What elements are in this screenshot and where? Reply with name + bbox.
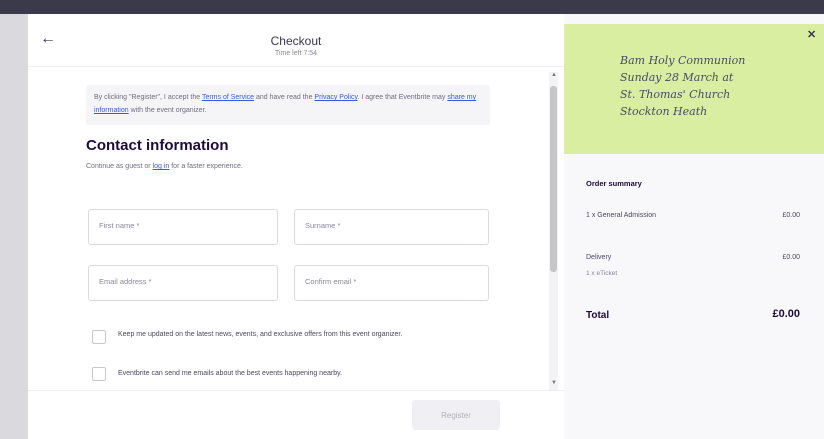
delivery-detail: 1 x eTicket (586, 270, 618, 277)
email-field[interactable] (88, 265, 278, 301)
line-item-delivery: Delivery £0.00 (586, 254, 800, 261)
scrollbar-thumb[interactable] (550, 86, 557, 272)
line-item-general-admission: 1 x General Admission £0.00 (586, 212, 800, 219)
scroll-up-icon[interactable]: ▲ (551, 72, 557, 78)
event-title-line-2: Sunday 28 March at (620, 71, 734, 84)
checkout-modal: ← Checkout Time left 7:54 By clicking "R… (28, 14, 824, 439)
checkout-title: Checkout (270, 34, 322, 48)
line-item-label: Delivery (586, 254, 612, 261)
guest-text-2: for a faster experience. (169, 163, 243, 170)
consent-text-4: with the event organizer. (128, 107, 207, 114)
close-icon[interactable]: ✕ (807, 28, 816, 41)
event-title-line-4: Stockton Heath (620, 105, 708, 118)
event-title: Bam Holy Communion Sunday 28 March at St… (620, 52, 800, 120)
updates-checkbox[interactable] (92, 330, 106, 344)
email-input[interactable] (97, 276, 271, 287)
confirm-email-field[interactable] (294, 265, 489, 301)
privacy-policy-link[interactable]: Privacy Policy (314, 94, 357, 101)
order-summary-panel: Bam Holy Communion Sunday 28 March at St… (564, 14, 824, 439)
order-summary-heading: Order summary (586, 179, 642, 188)
total-amount: £0.00 (772, 308, 800, 320)
first-name-field[interactable] (88, 209, 278, 245)
time-left: Time left 7:54 (274, 50, 318, 57)
register-button[interactable]: Register (412, 400, 500, 430)
footer-divider (28, 390, 564, 391)
consent-text-1: By clicking "Register", I accept the (94, 94, 202, 101)
log-in-link[interactable]: log in (153, 163, 170, 170)
updates-checkbox-label: Keep me updated on the latest news, even… (118, 331, 403, 338)
nearby-events-checkbox[interactable] (92, 367, 106, 381)
total-label: Total (586, 310, 610, 321)
guest-login-note: Continue as guest or log in for a faster… (86, 163, 243, 170)
nearby-events-checkbox-label: Eventbrite can send me emails about the … (118, 370, 343, 377)
event-banner: Bam Holy Communion Sunday 28 March at St… (564, 24, 824, 154)
checkout-main-panel: ← Checkout Time left 7:54 By clicking "R… (28, 14, 564, 439)
contact-information-heading: Contact information (86, 137, 229, 154)
backdrop-left (0, 14, 28, 439)
consent-text-3: . I agree that Eventbrite may (357, 94, 448, 101)
backdrop-top (0, 0, 824, 14)
guest-text-1: Continue as guest or (86, 163, 153, 170)
consent-text-2: and have read the (254, 94, 315, 101)
line-item-label: 1 x General Admission (586, 212, 657, 219)
surname-field[interactable] (294, 209, 489, 245)
scroll-down-icon[interactable]: ▼ (551, 380, 557, 386)
event-title-line-3: St. Thomas' Church (620, 88, 731, 101)
terms-of-service-link[interactable]: Terms of Service (202, 94, 254, 101)
surname-input[interactable] (303, 220, 477, 231)
line-item-amount: £0.00 (782, 212, 800, 219)
first-name-input[interactable] (97, 220, 271, 231)
checkout-form-area: By clicking "Register", I accept the Ter… (28, 67, 548, 388)
event-title-line-1: Bam Holy Communion (620, 54, 746, 67)
confirm-email-input[interactable] (303, 276, 477, 287)
line-item-amount: £0.00 (782, 254, 800, 261)
consent-notice: By clicking "Register", I accept the Ter… (86, 85, 490, 125)
